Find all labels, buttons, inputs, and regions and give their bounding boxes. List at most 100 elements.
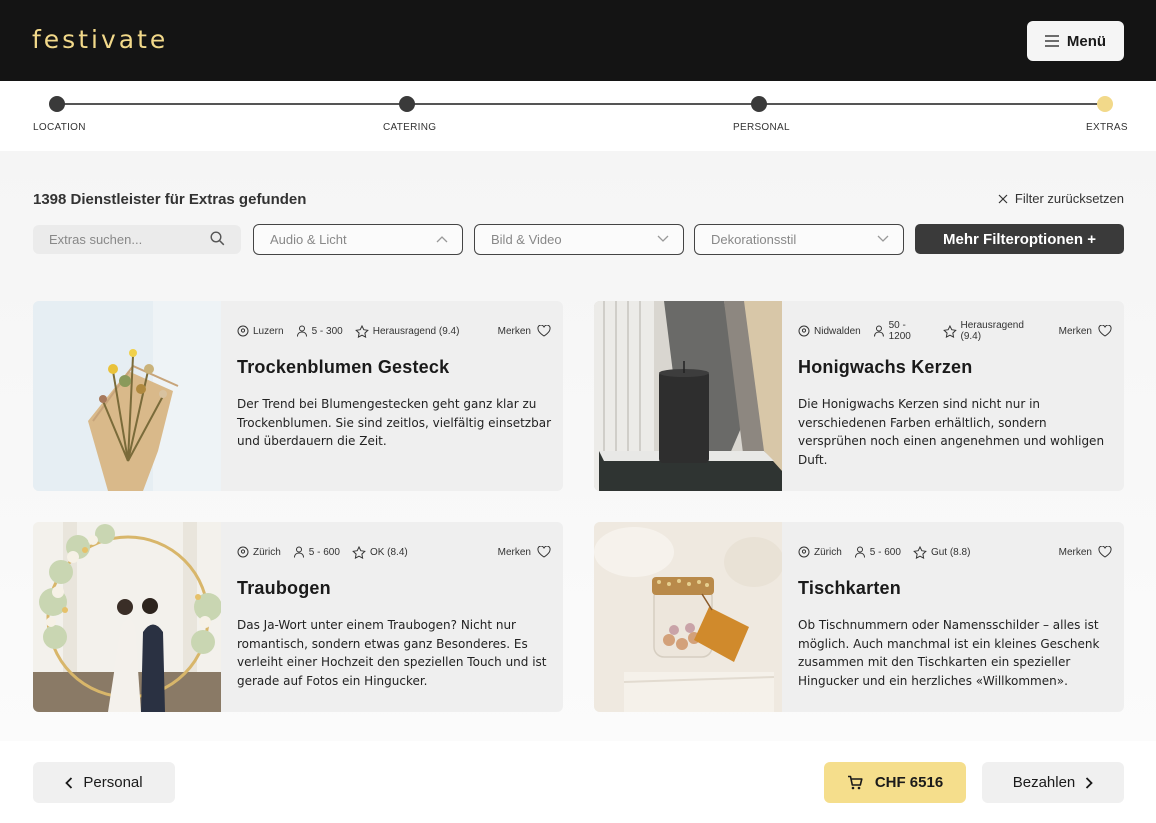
rating-info: OK (8.4) [352, 545, 408, 559]
dropdown-label: Bild & Video [491, 232, 562, 247]
location-info: Zürich [798, 546, 842, 558]
rating-info: Herausragend (9.4) [354, 324, 460, 338]
results-count: 1398 Dienstleister für Extras gefunden [33, 191, 307, 208]
heart-icon [537, 546, 551, 558]
rating-info: Gut (8.8) [913, 545, 971, 559]
card-description: Der Trend bei Blumengestecken geht ganz … [237, 397, 551, 448]
card-meta: Nidwalden 50 - 1200 Herausragend (9.4) M… [798, 320, 1112, 342]
location-pin-icon [798, 325, 810, 337]
heart-icon [1098, 325, 1112, 337]
guests-info: 5 - 600 [854, 546, 901, 558]
more-filters-button[interactable]: Mehr Filteroptionen + [915, 224, 1124, 254]
results-area: 1398 Dienstleister für Extras gefunden F… [0, 151, 1156, 741]
dropdown-label: Audio & Licht [270, 232, 347, 247]
location-info: Zürich [237, 546, 281, 558]
dried-flowers-image [33, 301, 221, 491]
service-card-tischkarten[interactable]: Zürich 5 - 600 Gut (8.8) Merken Tischkar… [594, 522, 1124, 712]
cart-icon [847, 775, 863, 790]
dropdown-label: Dekorationsstil [711, 232, 797, 247]
hamburger-icon [1044, 35, 1059, 47]
person-icon [873, 325, 884, 337]
save-label: Merken [497, 546, 531, 558]
reset-filters-label: Filter zurücksetzen [1014, 191, 1124, 206]
service-card-honigwachs[interactable]: Nidwalden 50 - 1200 Herausragend (9.4) M… [594, 301, 1124, 491]
search-input[interactable]: Extras suchen... [33, 225, 241, 254]
step-label-extras[interactable]: EXTRAS [1086, 122, 1128, 133]
audio-licht-dropdown[interactable]: Audio & Licht [253, 224, 463, 255]
location-text: Luzern [253, 325, 284, 337]
rating-text: Herausragend (9.4) [372, 325, 460, 337]
card-meta: Zürich 5 - 600 Gut (8.8) Merken [798, 544, 1112, 560]
reset-filters-link[interactable]: Filter zurücksetzen [998, 191, 1124, 206]
star-icon [354, 324, 369, 338]
location-info: Nidwalden [798, 325, 861, 337]
person-icon [296, 325, 307, 337]
card-description: Das Ja-Wort unter einem Traubogen? Nicht… [237, 618, 547, 688]
guests-text: 5 - 300 [311, 325, 343, 337]
card-title[interactable]: Honigwachs Kerzen [798, 357, 972, 378]
bild-video-dropdown[interactable]: Bild & Video [474, 224, 684, 255]
chevron-right-icon [1086, 776, 1094, 789]
chevron-up-icon [436, 236, 448, 243]
chevron-down-icon [877, 235, 889, 242]
step-dot-personal[interactable] [751, 96, 767, 112]
rating-text: Herausragend (9.4) [960, 320, 1024, 342]
dekorationsstil-dropdown[interactable]: Dekorationsstil [694, 224, 904, 255]
guests-info: 50 - 1200 [873, 320, 931, 342]
cart-total: CHF 6516 [874, 774, 944, 791]
guests-info: 5 - 600 [293, 546, 340, 558]
card-description: Ob Tischnummern oder Namensschilder – al… [798, 618, 1100, 688]
step-dot-location[interactable] [49, 96, 65, 112]
close-icon [998, 194, 1008, 203]
heart-icon [537, 325, 551, 337]
guests-info: 5 - 300 [296, 325, 343, 337]
rating-text: Gut (8.8) [930, 546, 971, 558]
guests-text: 50 - 1200 [888, 320, 911, 342]
person-icon [293, 546, 304, 558]
step-label-location[interactable]: LOCATION [33, 122, 86, 133]
star-icon [352, 545, 366, 559]
card-title[interactable]: Traubogen [237, 578, 331, 599]
search-placeholder: Extras suchen... [49, 232, 143, 247]
service-card-traubogen[interactable]: Zürich 5 - 600 OK (8.4) Merken Traubogen… [33, 522, 563, 712]
guests-text: 5 - 600 [869, 546, 901, 558]
service-card-trockenblumen[interactable]: Luzern 5 - 300 Herausragend (9.4) Merken… [33, 301, 563, 491]
location-info: Luzern [237, 325, 284, 337]
save-button[interactable]: Merken [498, 325, 551, 337]
search-icon[interactable] [210, 231, 225, 246]
step-dot-catering[interactable] [399, 96, 415, 112]
location-text: Nidwalden [814, 325, 861, 337]
guests-text: 5 - 600 [308, 546, 340, 558]
back-label: Personal [83, 774, 143, 791]
cart-button[interactable]: CHF 6516 [824, 762, 966, 803]
step-label-catering[interactable]: CATERING [383, 122, 436, 133]
save-label: Merken [497, 325, 531, 337]
menu-button[interactable]: Menü [1027, 21, 1124, 61]
progress-stepper: LOCATION CATERING PERSONAL EXTRAS [0, 81, 1156, 151]
back-button[interactable]: Personal [33, 762, 175, 803]
footer-bar: Personal CHF 6516 Bezahlen [0, 741, 1156, 823]
step-label-personal[interactable]: PERSONAL [733, 122, 790, 133]
pay-button[interactable]: Bezahlen [982, 762, 1124, 803]
save-button[interactable]: Merken [1059, 546, 1112, 558]
menu-label: Menü [1066, 32, 1107, 50]
save-button[interactable]: Merken [498, 546, 551, 558]
location-pin-icon [798, 546, 810, 558]
heart-icon [1098, 546, 1112, 558]
candle-image [594, 301, 782, 491]
wedding-arch-image [33, 522, 221, 712]
card-title[interactable]: Tischkarten [798, 578, 901, 599]
step-dot-extras[interactable] [1097, 96, 1113, 112]
stepper-line [57, 103, 1105, 105]
save-label: Merken [1058, 546, 1092, 558]
save-label: Merken [1058, 325, 1092, 337]
festivate-logo[interactable]: festivate [32, 25, 168, 54]
person-icon [854, 546, 865, 558]
place-card-jar-image [594, 522, 782, 712]
chevron-down-icon [657, 235, 669, 242]
location-text: Zürich [253, 546, 281, 558]
card-title[interactable]: Trockenblumen Gesteck [237, 357, 449, 378]
card-description: Die Honigwachs Kerzen sind nicht nur in … [798, 397, 1105, 467]
save-button[interactable]: Merken [1059, 325, 1112, 337]
chevron-left-icon [65, 776, 73, 789]
